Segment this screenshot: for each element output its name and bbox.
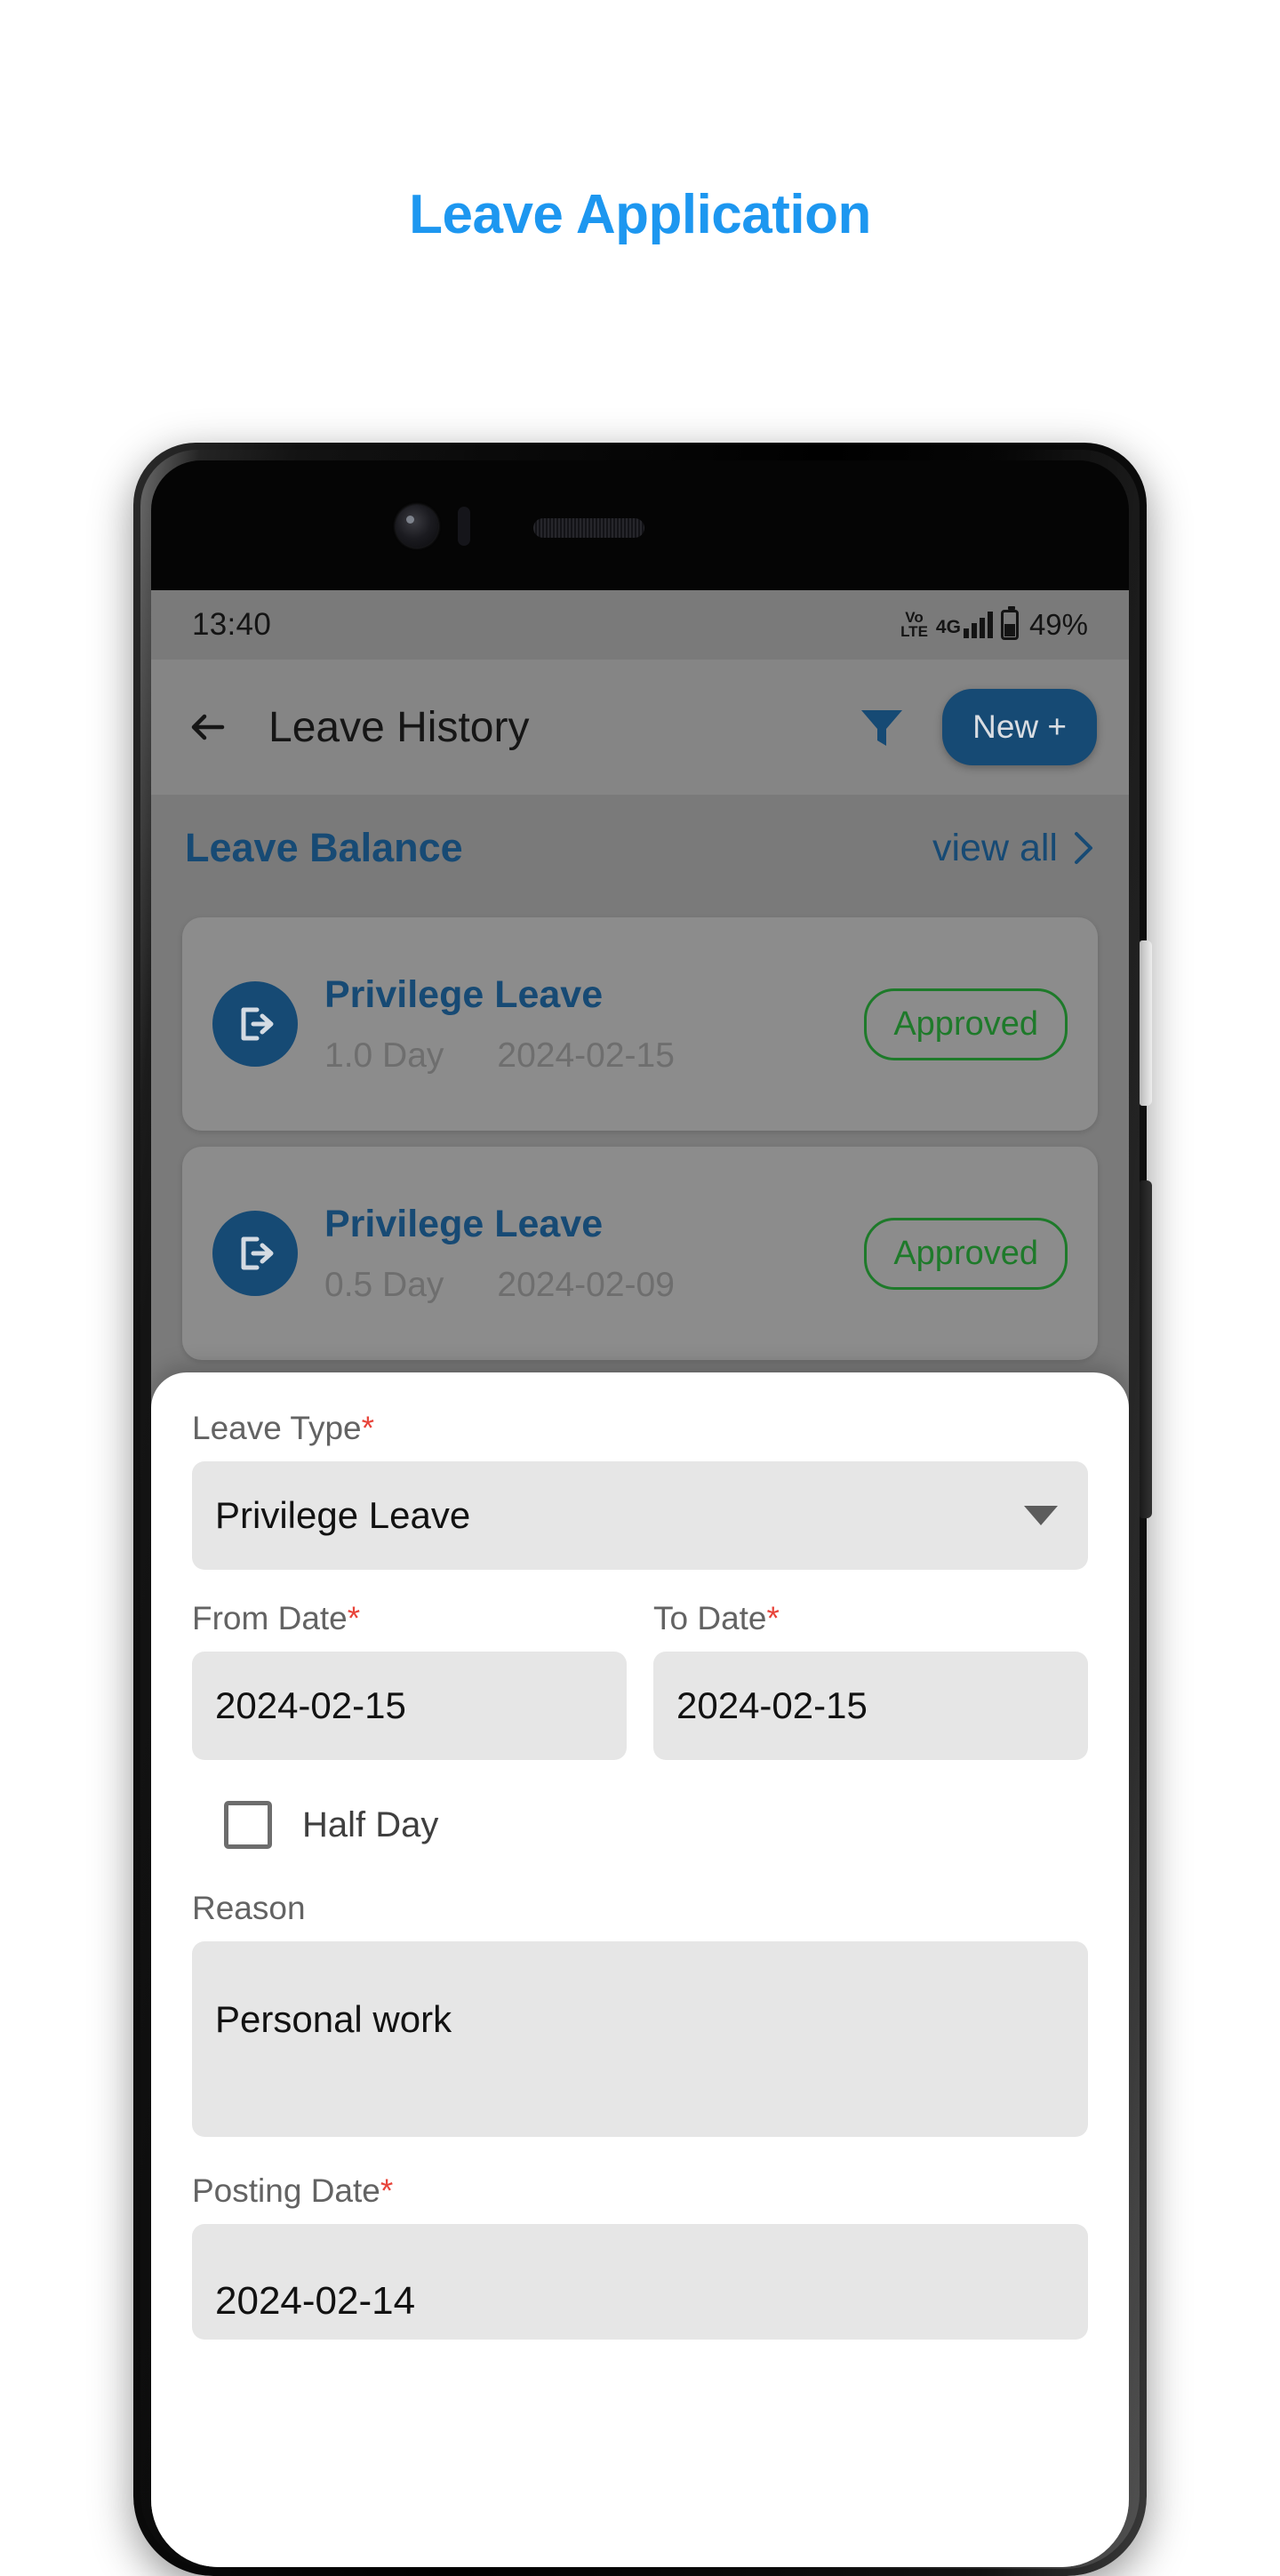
to-date-input[interactable]: 2024-02-15 — [653, 1652, 1088, 1760]
to-date-value: 2024-02-15 — [676, 1684, 868, 1726]
from-date-input[interactable]: 2024-02-15 — [192, 1652, 627, 1760]
half-day-label: Half Day — [302, 1804, 439, 1844]
back-arrow-icon[interactable] — [183, 700, 238, 755]
page-title: Leave Application — [409, 184, 871, 245]
volte-bottom: LTE — [900, 623, 928, 640]
battery-percent: 49% — [1028, 608, 1088, 641]
battery-fill — [1004, 624, 1015, 636]
reason-textarea[interactable]: Personal work — [192, 1941, 1088, 2137]
leave-days: 0.5 Day — [324, 1265, 444, 1304]
date-fields-row: From Date* 2024-02-15 To Date* 2024-02-1… — [192, 1600, 1088, 1760]
exit-door-icon — [212, 1211, 298, 1296]
required-asterisk: * — [347, 1600, 361, 1636]
leave-date: 2024-02-15 — [497, 1036, 675, 1075]
reason-value: Personal work — [215, 1998, 452, 2040]
reason-field: Reason Personal work — [192, 1890, 1088, 2137]
posting-date-label-text: Posting Date — [192, 2172, 380, 2209]
notch-area — [151, 460, 1129, 590]
leave-type-select[interactable]: Privilege Leave — [192, 1461, 1088, 1570]
status-time: 13:40 — [192, 607, 272, 642]
exit-door-icon — [212, 981, 298, 1067]
status-badge: Approved — [864, 1217, 1068, 1290]
leave-card-meta: 1.0 Day 2024-02-15 — [324, 1036, 864, 1076]
from-date-label: From Date* — [192, 1600, 627, 1637]
new-leave-bottom-sheet: Leave Type* Privilege Leave From Date* 2 — [151, 1372, 1129, 2567]
status-bar: 13:40 Vo LTE 4G 49% — [151, 590, 1129, 660]
network-type-label: 4G — [935, 617, 961, 637]
proximity-sensor-icon — [458, 507, 470, 546]
required-asterisk: * — [766, 1600, 780, 1636]
required-asterisk: * — [361, 1410, 375, 1446]
front-camera-icon — [396, 505, 438, 548]
from-date-label-text: From Date — [192, 1600, 348, 1636]
app-bar-title: Leave History — [268, 703, 530, 751]
earpiece-speaker — [533, 518, 644, 538]
volume-button[interactable] — [1140, 940, 1152, 1106]
leave-balance-row: Leave Balance view all — [151, 795, 1129, 901]
posting-date-value: 2024-02-14 — [215, 2279, 416, 2323]
view-all-label: view all — [932, 826, 1058, 869]
leave-history-card[interactable]: Privilege Leave 0.5 Day 2024-02-09 Appro… — [182, 1147, 1098, 1360]
from-date-value: 2024-02-15 — [215, 1684, 406, 1726]
leave-date: 2024-02-09 — [497, 1265, 675, 1304]
leave-type-name: Privilege Leave — [324, 1202, 604, 1245]
phone-device: 13:40 Vo LTE 4G 49% Leave History New + … — [133, 443, 1152, 2576]
leave-card-meta: 0.5 Day 2024-02-09 — [324, 1266, 864, 1305]
chevron-down-icon — [1024, 1506, 1058, 1525]
posting-date-label: Posting Date* — [192, 2172, 1088, 2210]
leave-card-body: Privilege Leave 0.5 Day 2024-02-09 — [324, 1203, 864, 1305]
half-day-checkbox[interactable] — [224, 1801, 272, 1849]
leave-type-label: Leave Type* — [192, 1410, 1088, 1447]
app-bar: Leave History New + — [151, 660, 1129, 795]
posting-date-input[interactable]: 2024-02-14 — [192, 2224, 1088, 2340]
to-date-label-text: To Date — [653, 1600, 767, 1636]
leave-type-name: Privilege Leave — [324, 972, 604, 1016]
leave-history-card[interactable]: Privilege Leave 1.0 Day 2024-02-15 Appro… — [182, 917, 1098, 1131]
battery-icon — [1000, 606, 1019, 640]
status-badge: Approved — [864, 988, 1068, 1060]
chevron-right-icon — [1072, 830, 1095, 866]
posting-date-field: Posting Date* 2024-02-14 — [192, 2172, 1088, 2340]
view-all-link[interactable]: view all — [932, 827, 1095, 870]
leave-type-label-text: Leave Type — [192, 1410, 362, 1446]
required-asterisk: * — [380, 2172, 394, 2209]
from-date-field: From Date* 2024-02-15 — [192, 1600, 627, 1760]
phone-bezel: 13:40 Vo LTE 4G 49% Leave History New + … — [151, 460, 1129, 2567]
to-date-field: To Date* 2024-02-15 — [653, 1600, 1088, 1760]
reason-label: Reason — [192, 1890, 306, 1926]
power-button[interactable] — [1140, 1180, 1152, 1518]
half-day-row[interactable]: Half Day — [192, 1801, 1088, 1849]
leave-days: 1.0 Day — [324, 1036, 444, 1075]
camera-lens-dot — [406, 516, 414, 524]
leave-form: Leave Type* Privilege Leave From Date* 2 — [151, 1372, 1129, 2340]
signal-icon: 4G — [936, 612, 993, 638]
phone-screen: 13:40 Vo LTE 4G 49% Leave History New + … — [151, 590, 1129, 2567]
to-date-label: To Date* — [653, 1600, 1088, 1637]
leave-balance-title: Leave Balance — [185, 825, 463, 870]
filter-funnel-icon[interactable] — [857, 702, 907, 752]
new-leave-button[interactable]: New + — [942, 689, 1097, 765]
leave-type-value: Privilege Leave — [215, 1494, 471, 1536]
leave-card-body: Privilege Leave 1.0 Day 2024-02-15 — [324, 973, 864, 1076]
status-indicators: Vo LTE 4G 49% — [900, 606, 1088, 642]
volte-icon: Vo LTE — [900, 610, 928, 640]
signal-bars-icon — [963, 612, 993, 638]
